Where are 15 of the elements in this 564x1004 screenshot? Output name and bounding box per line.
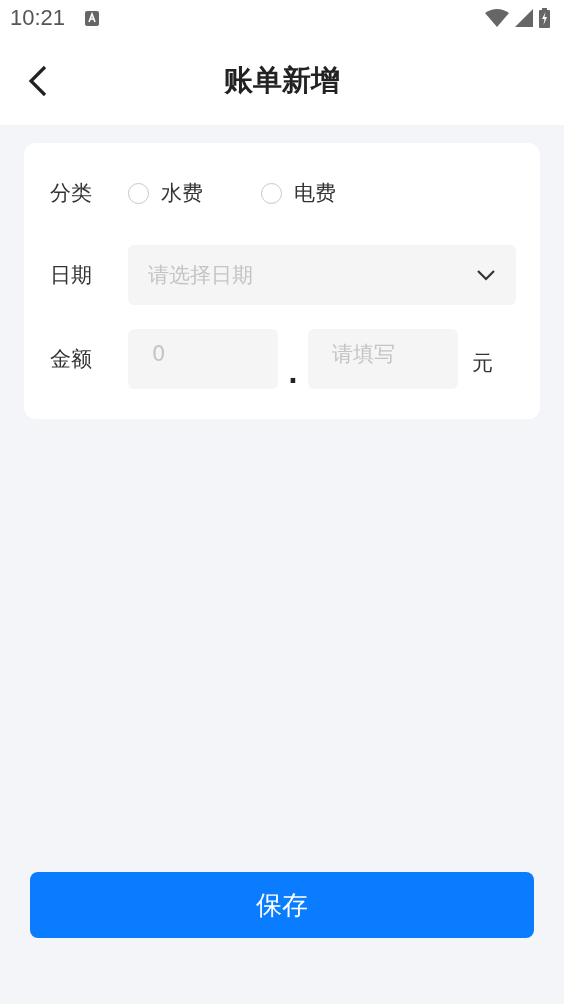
chevron-down-icon (476, 269, 496, 281)
save-button[interactable]: 保存 (30, 872, 534, 938)
currency-unit: 元 (472, 350, 493, 377)
status-time: 10:21 (10, 5, 66, 31)
radio-option[interactable]: 电费 (261, 179, 336, 207)
radio-option[interactable]: 水费 (128, 179, 203, 207)
field-label: 分类 (50, 180, 93, 207)
signal-icon (515, 9, 533, 27)
battery-icon (539, 8, 550, 28)
wifi-icon (485, 9, 509, 27)
page-title: 账单新增 (224, 61, 340, 99)
field-label: 日期 (50, 262, 93, 289)
field-label: 金额 (50, 346, 93, 373)
decimal-point: . (287, 359, 299, 389)
notification-icon (85, 10, 100, 26)
